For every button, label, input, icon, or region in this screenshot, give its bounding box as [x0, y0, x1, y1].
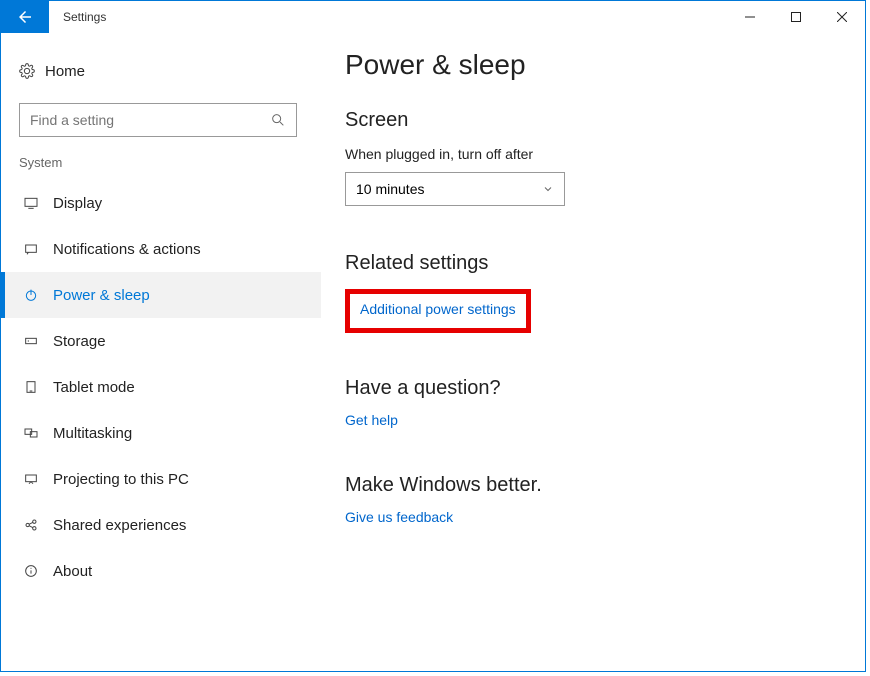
sidebar-item-label: Tablet mode	[53, 379, 135, 396]
sidebar-item-storage[interactable]: Storage	[1, 318, 321, 364]
sidebar-item-label: About	[53, 563, 92, 580]
main-panel: Power & sleep Screen When plugged in, tu…	[321, 33, 865, 671]
home-label: Home	[45, 63, 85, 80]
maximize-icon	[791, 12, 801, 22]
screen-off-dropdown[interactable]: 10 minutes	[345, 172, 565, 206]
sidebar-item-projecting[interactable]: Projecting to this PC	[1, 456, 321, 502]
sidebar-item-display[interactable]: Display	[1, 180, 321, 226]
page-title: Power & sleep	[345, 49, 841, 81]
shared-icon	[23, 517, 53, 533]
window-controls	[727, 1, 865, 33]
sidebar-item-label: Multitasking	[53, 425, 132, 442]
sidebar-item-power-sleep[interactable]: Power & sleep	[1, 272, 321, 318]
related-heading: Related settings	[345, 252, 841, 275]
close-icon	[837, 12, 847, 22]
sidebar-item-label: Storage	[53, 333, 106, 350]
close-button[interactable]	[819, 1, 865, 33]
back-arrow-icon	[16, 8, 34, 26]
sidebar-group-label: System	[1, 155, 321, 170]
get-help-link[interactable]: Get help	[345, 412, 398, 428]
additional-power-settings-link[interactable]: Additional power settings	[360, 301, 516, 317]
home-item[interactable]: Home	[1, 49, 321, 93]
window-title: Settings	[49, 1, 106, 33]
tablet-icon	[23, 379, 53, 395]
search-icon	[270, 112, 286, 128]
notifications-icon	[23, 241, 53, 257]
dropdown-value: 10 minutes	[356, 181, 424, 197]
multitasking-icon	[23, 425, 53, 441]
minimize-button[interactable]	[727, 1, 773, 33]
about-icon	[23, 563, 53, 579]
search-input-container[interactable]	[19, 103, 297, 137]
minimize-icon	[745, 12, 755, 22]
question-heading: Have a question?	[345, 377, 841, 400]
display-icon	[23, 195, 53, 211]
gear-icon	[19, 63, 45, 79]
back-button[interactable]	[1, 1, 49, 33]
sidebar-item-notifications[interactable]: Notifications & actions	[1, 226, 321, 272]
sidebar-item-label: Power & sleep	[53, 287, 150, 304]
power-icon	[23, 287, 53, 303]
feedback-heading: Make Windows better.	[345, 474, 841, 497]
content-area: Home System Display Notifications & acti…	[1, 33, 865, 671]
sidebar-item-tablet-mode[interactable]: Tablet mode	[1, 364, 321, 410]
settings-window: Settings Home	[0, 0, 866, 672]
screen-heading: Screen	[345, 109, 841, 132]
projecting-icon	[23, 471, 53, 487]
sidebar-item-label: Notifications & actions	[53, 241, 201, 258]
sidebar-item-label: Display	[53, 195, 102, 212]
sidebar-item-multitasking[interactable]: Multitasking	[1, 410, 321, 456]
highlight-box: Additional power settings	[345, 289, 531, 333]
sidebar-item-about[interactable]: About	[1, 548, 321, 594]
sidebar-item-label: Projecting to this PC	[53, 471, 189, 488]
titlebar: Settings	[1, 1, 865, 33]
sidebar-item-label: Shared experiences	[53, 517, 186, 534]
maximize-button[interactable]	[773, 1, 819, 33]
give-feedback-link[interactable]: Give us feedback	[345, 509, 453, 525]
question-block: Have a question? Get help	[345, 377, 841, 430]
search-input[interactable]	[30, 112, 270, 128]
screen-off-label: When plugged in, turn off after	[345, 146, 841, 162]
storage-icon	[23, 333, 53, 349]
sidebar: Home System Display Notifications & acti…	[1, 33, 321, 671]
sidebar-item-shared-experiences[interactable]: Shared experiences	[1, 502, 321, 548]
chevron-down-icon	[542, 183, 554, 195]
feedback-block: Make Windows better. Give us feedback	[345, 474, 841, 527]
